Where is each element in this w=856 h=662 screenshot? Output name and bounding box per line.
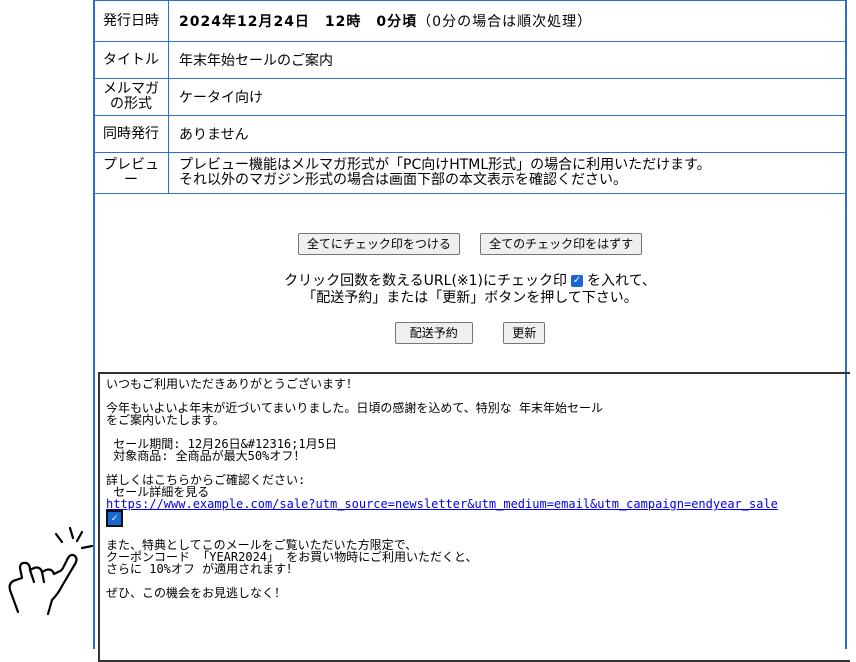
send-reserve-button[interactable]: 配送予約 [394,322,473,344]
sale-url-link[interactable]: https://www.example.com/sale?utm_source=… [106,497,778,511]
email-body-preview: いつもご利用いただきありがとうございます！ 今年もいよいよ年末が近づいてまいりま… [98,372,850,662]
action-buttons-row: 配送予約 更新 [95,322,845,344]
label-format-text: メルマガの形式 [103,81,159,112]
publish-datetime-text: 2024年12月24日 12時 0分頃 [179,14,418,30]
body-para1-line2: をご案内いたします。 [106,413,225,427]
mail-info-table: 発行日時 2024年12月24日 12時 0分頃（0分の場合は順次処理） タイト… [93,0,847,194]
table-row: プレビュー プレビュー機能はメルマガ形式が「PC向けHTML形式」の場合に利用い… [93,152,847,194]
table-row: 発行日時 2024年12月24日 12時 0分頃（0分の場合は順次処理） [93,0,847,42]
instruction-line-2: 「配送予約」または「更新」ボタンを押して下さい。 [302,290,638,306]
url-tracking-checkbox[interactable]: ✓ [106,510,123,527]
body-closing: ぜひ、この機会をお見逃しなく！ [106,586,287,600]
preview-value: プレビュー機能はメルマガ形式が「PC向けHTML形式」の場合に利用いただけます。… [168,152,847,194]
preview-line-2: それ以外のマガジン形式の場合は画面下部の本文表示を確認ください。 [179,172,627,188]
body-sale-items: 対象商品: 全商品が最大50%オフ！ [106,449,306,463]
label-format: メルマガの形式 [93,78,169,116]
format-value: ケータイ向け [168,78,847,116]
checkmark-icon: ✓ [571,275,584,287]
label-title: タイトル [93,41,169,79]
preview-line-1: プレビュー機能はメルマガ形式が「PC向けHTML形式」の場合に利用いただけます。 [179,157,711,173]
title-value: 年末年始セールのご案内 [168,41,847,79]
table-row: 同時発行 ありません [93,115,847,153]
publish-datetime-note: （0分の場合は順次処理） [417,14,593,30]
table-row: タイトル 年末年始セールのご案内 [93,41,847,79]
table-row: メルマガの形式 ケータイ向け [93,78,847,116]
instruction-line-1-before: クリック回数を数えるURL(※1)にチェック印 [284,273,568,289]
body-para2-line3: さらに 10%オフ が適用されます！ [106,562,299,576]
instructions: クリック回数を数えるURL(※1)にチェック印 ✓ を入れて、 「配送予約」または「… [95,273,845,307]
label-publish-datetime: 発行日時 [93,0,169,42]
label-preview: プレビュー [93,152,169,194]
check-buttons-row: 全てにチェック印をつける 全てのチェック印をはずす [95,233,845,255]
update-button[interactable]: 更新 [503,322,546,344]
check-all-button[interactable]: 全てにチェック印をつける [297,233,460,255]
label-simultaneous: 同時発行 [93,115,169,153]
simultaneous-value: ありません [168,115,847,153]
uncheck-all-button[interactable]: 全てのチェック印をはずす [480,233,643,255]
pointing-hand-icon [8,526,94,616]
body-greeting: いつもご利用いただきありがとうございます！ [106,377,359,391]
publish-datetime-value: 2024年12月24日 12時 0分頃（0分の場合は順次処理） [168,0,847,42]
instruction-line-1-after: を入れて、 [587,273,656,289]
instruction-line-1: クリック回数を数えるURL(※1)にチェック印 ✓ を入れて、 [95,273,845,290]
